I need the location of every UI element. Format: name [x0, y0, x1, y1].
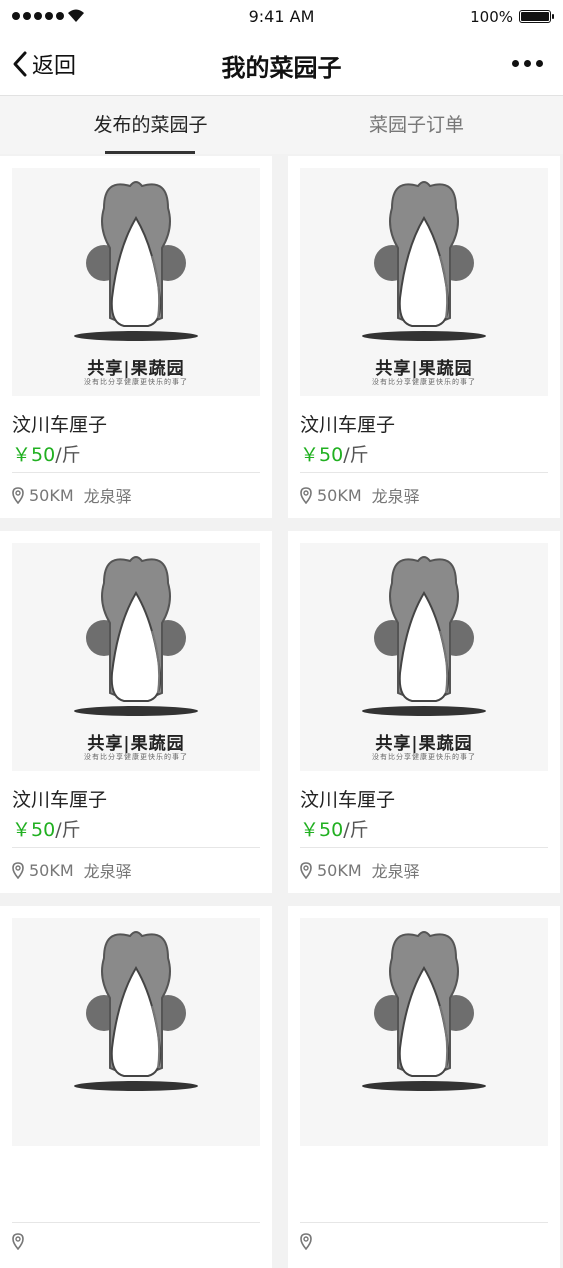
location-pin-icon [12, 1233, 24, 1250]
active-tab-indicator [105, 151, 195, 154]
image-logo-subtitle: 没有比分享健康更快乐的事了 [372, 753, 476, 761]
product-location: 50KM 龙泉驿 [300, 483, 420, 507]
product-card[interactable]: 共享|果蔬园 没有比分享健康更快乐的事了 汶川车厘子 ￥50/斤 50KM 龙泉… [0, 531, 272, 893]
status-bar: 9:41 AM 100% [0, 0, 563, 34]
product-name: 汶川车厘子 [300, 789, 396, 811]
location-pin-icon [12, 486, 24, 504]
tab-bar: 发布的菜园子 菜园子订单 [0, 96, 563, 154]
product-card[interactable] [0, 906, 272, 1268]
distance: 50KM [29, 485, 74, 505]
nav-bar: 返回 我的菜园子 [0, 34, 563, 96]
product-image [12, 918, 260, 1146]
garden-logo-icon [74, 931, 198, 1091]
product-name: 汶川车厘子 [12, 414, 108, 436]
back-button[interactable]: 返回 [12, 48, 76, 80]
product-location: 50KM 龙泉驿 [12, 858, 132, 882]
chevron-left-icon [13, 51, 27, 77]
image-logo-text: 共享|果蔬园 [87, 359, 185, 379]
divider [12, 472, 260, 473]
garden-logo-icon [362, 181, 486, 341]
battery-icon [519, 10, 554, 23]
price-amount: ￥50 [300, 819, 344, 841]
divider [300, 1222, 548, 1223]
price-amount: ￥50 [12, 444, 56, 466]
distance: 50KM [29, 860, 74, 880]
product-price: ￥50/斤 [12, 815, 81, 842]
divider [12, 1222, 260, 1223]
more-button[interactable] [512, 60, 543, 67]
product-card[interactable]: 共享|果蔬园 没有比分享健康更快乐的事了 汶川车厘子 ￥50/斤 50KM 龙泉… [0, 156, 272, 518]
product-image: 共享|果蔬园 没有比分享健康更快乐的事了 [12, 168, 260, 396]
product-location [12, 1233, 39, 1250]
page-title: 我的菜园子 [221, 54, 342, 82]
garden-logo-icon [74, 181, 198, 341]
battery-percent: 100% [470, 8, 513, 26]
garden-logo-icon [362, 931, 486, 1091]
divider [300, 847, 548, 848]
product-price: ￥50/斤 [300, 440, 369, 467]
back-label: 返回 [32, 54, 77, 79]
product-name: 汶川车厘子 [12, 789, 108, 811]
garden-logo-icon [74, 556, 198, 716]
image-logo-text: 共享|果蔬园 [87, 734, 185, 754]
price-amount: ￥50 [300, 444, 344, 466]
image-logo-subtitle: 没有比分享健康更快乐的事了 [372, 378, 476, 386]
product-location [300, 1233, 327, 1250]
tab-published-gardens[interactable]: 发布的菜园子 [10, 96, 291, 154]
product-name: 汶川车厘子 [300, 414, 396, 436]
product-location: 50KM 龙泉驿 [12, 483, 132, 507]
divider [300, 472, 548, 473]
price-amount: ￥50 [12, 819, 56, 841]
image-logo-subtitle: 没有比分享健康更快乐的事了 [84, 378, 188, 386]
product-price: ￥50/斤 [300, 815, 369, 842]
product-image: 共享|果蔬园 没有比分享健康更快乐的事了 [300, 543, 548, 771]
location-pin-icon [300, 861, 312, 879]
product-location: 50KM 龙泉驿 [300, 858, 420, 882]
product-card[interactable]: 共享|果蔬园 没有比分享健康更快乐的事了 汶川车厘子 ￥50/斤 50KM 龙泉… [288, 156, 560, 518]
location-name: 龙泉驿 [371, 862, 420, 881]
product-image: 共享|果蔬园 没有比分享健康更快乐的事了 [12, 543, 260, 771]
location-pin-icon [300, 486, 312, 504]
price-unit: /斤 [343, 819, 369, 841]
distance: 50KM [317, 860, 362, 880]
product-price: ￥50/斤 [12, 440, 81, 467]
divider [12, 847, 260, 848]
tab-garden-orders[interactable]: 菜园子订单 [276, 96, 557, 154]
image-logo-subtitle: 没有比分享健康更快乐的事了 [84, 753, 188, 761]
location-name: 龙泉驿 [83, 487, 132, 506]
tab-label: 发布的菜园子 [93, 114, 208, 136]
location-name: 龙泉驿 [83, 862, 132, 881]
image-logo-text: 共享|果蔬园 [375, 359, 473, 379]
location-pin-icon [12, 861, 24, 879]
location-pin-icon [300, 1233, 312, 1250]
tab-label: 菜园子订单 [368, 114, 464, 136]
garden-logo-icon [362, 556, 486, 716]
more-icon [512, 60, 519, 67]
location-name: 龙泉驿 [371, 487, 420, 506]
product-card[interactable]: 共享|果蔬园 没有比分享健康更快乐的事了 汶川车厘子 ￥50/斤 50KM 龙泉… [288, 531, 560, 893]
image-logo-text: 共享|果蔬园 [375, 734, 473, 754]
price-unit: /斤 [343, 444, 369, 466]
price-unit: /斤 [55, 819, 81, 841]
product-image: 共享|果蔬园 没有比分享健康更快乐的事了 [300, 168, 548, 396]
product-card[interactable] [288, 906, 560, 1268]
distance: 50KM [317, 485, 362, 505]
price-unit: /斤 [55, 444, 81, 466]
product-image [300, 918, 548, 1146]
